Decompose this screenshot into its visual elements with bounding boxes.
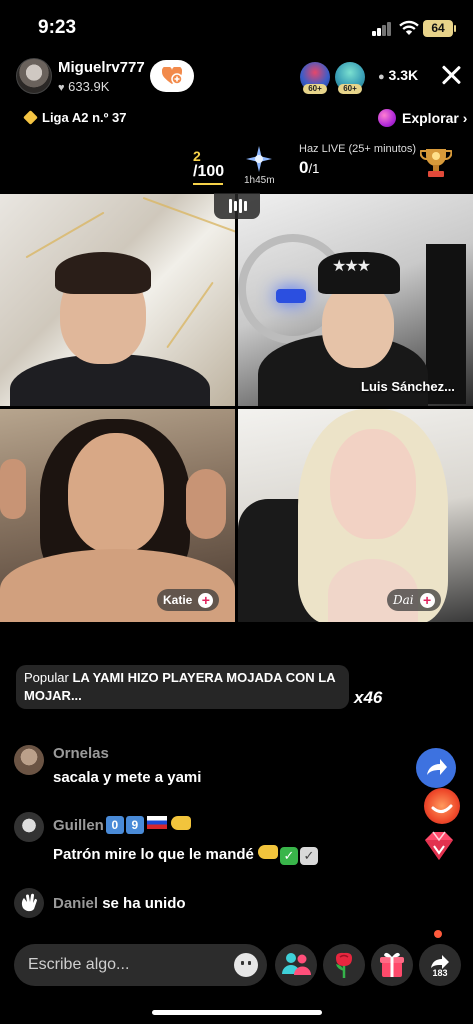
russia-flag-icon [146,816,167,829]
comment-username[interactable]: Ornelas [53,745,109,762]
guest-video-1[interactable] [0,194,235,406]
gift-box-icon [380,952,404,977]
comment-input[interactable]: Escribe algo... [14,944,267,986]
share-arrow-icon [431,955,449,969]
guest-name-tag-4[interactable]: Dai + [387,589,441,611]
comment-avatar[interactable] [14,745,44,775]
audio-bars-icon[interactable] [214,193,260,219]
join-notice: Daniel se ha unido [53,895,186,912]
heart-icon: ♥ [58,82,65,94]
comment-username-row[interactable]: Guillen 0 9 [53,816,191,834]
goal-progress: 2 [193,148,201,164]
sparkle-icon[interactable] [246,146,272,172]
host-likes: ♥ 633.9K [58,79,109,94]
follow-plus-icon[interactable]: + [419,593,435,609]
goal-total: /100 [193,163,225,180]
cellular-signal-icon [372,22,392,36]
likes-count: 633.9K [68,79,110,94]
gift-button[interactable] [371,944,413,986]
home-indicator[interactable] [152,1010,322,1015]
effects-button[interactable] [424,788,460,824]
comment-avatar[interactable] [14,812,44,842]
wave-hand-icon [14,888,44,918]
share-button[interactable] [416,748,456,788]
trophy-icon[interactable] [420,146,452,180]
diamond-icon [23,110,38,125]
league-label[interactable]: Liga A2 n.º 37 [42,110,126,125]
heart-plus-icon [162,67,182,85]
follow-button[interactable] [150,60,194,92]
guest-video-4[interactable] [238,409,473,622]
people-icon [282,953,311,975]
follow-plus-icon[interactable]: + [198,593,214,609]
green-check-icon: ✓ [279,847,298,865]
close-icon[interactable] [440,64,462,86]
comment-text: sacala y mete a yami [53,769,202,786]
battery-icon: 64 [423,20,456,37]
host-avatar[interactable] [16,58,52,94]
guest-name-tag-2[interactable]: Luis Sánchez... [355,376,461,398]
rose-icon [336,952,352,978]
badge-level: 60+ [338,84,362,94]
wifi-icon [399,20,419,35]
pinned-multiplier: x46 [354,688,383,707]
share-count: 183 [432,968,448,978]
guest-name-tag-3[interactable]: Katie + [157,589,220,611]
live-goal-label: Haz LIVE (25+ minutos) [299,143,417,155]
gray-check-icon: ✓ [299,847,318,865]
emoji-chip: 0 [105,816,124,834]
smile-icon [431,804,453,813]
comment-text-row: Patrón mire lo que le mandé ✓ ✓ [53,845,318,865]
emoji-chip: 9 [125,816,144,834]
multi-guest-button[interactable] [275,944,317,986]
fist-icon [170,816,191,830]
chevron-right-icon: › [462,110,468,126]
top-gifter-badge-1[interactable]: 60+ [300,62,330,94]
pinned-message[interactable]: Popular LA YAMI HIZO PLAYERA MOJADA CON … [16,665,349,709]
status-time: 9:23 [38,17,77,38]
person-icon: ● [378,71,385,83]
guest-video-2[interactable]: ★★★ [238,194,473,406]
explore-icon[interactable] [378,109,396,127]
explore-button[interactable]: Explorar › [402,110,467,126]
top-gifter-badge-2[interactable]: 60+ [335,62,365,94]
rose-gift-button[interactable] [323,944,365,986]
share-arrow-icon [427,759,447,775]
notification-dot [434,930,442,938]
share-count-button[interactable]: 183 [419,944,461,986]
host-username[interactable]: Miguelrv777 [58,59,145,76]
badge-level: 60+ [303,84,327,94]
emoji-icon[interactable] [234,953,258,977]
goal-timer: 1h45m [244,175,275,186]
fist-icon [257,845,278,859]
gem-gift-icon[interactable] [421,828,457,864]
live-goal-value: 0/1 [299,158,320,177]
goal-underline [193,183,223,185]
viewer-count[interactable]: ● 3.3K [378,67,418,83]
